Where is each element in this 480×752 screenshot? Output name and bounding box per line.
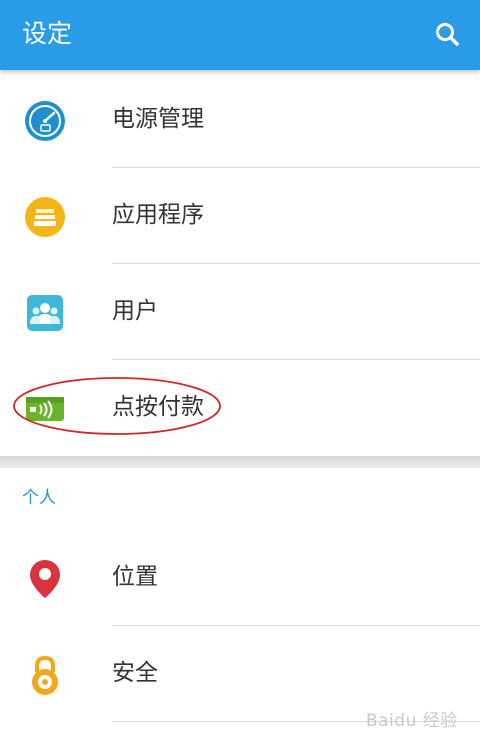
watermark: Baidu 经验 [366, 711, 458, 731]
settings-item-label: 应用程序 [112, 202, 204, 228]
highlight-ring [13, 377, 221, 435]
app-bar: 设定 [0, 0, 480, 70]
security-lock-icon [32, 655, 58, 695]
location-icon [30, 560, 60, 598]
search-icon [436, 23, 459, 46]
settings-item-location[interactable]: 位置 [0, 530, 480, 626]
section-separator [0, 456, 480, 468]
settings-item-applications[interactable]: 应用程序 [0, 168, 480, 264]
power-management-icon [25, 101, 65, 141]
search-button[interactable] [428, 15, 468, 55]
settings-item-label: 用户 [112, 298, 158, 324]
settings-item-label: 安全 [112, 660, 158, 686]
settings-item-users[interactable]: 用户 [0, 264, 480, 360]
settings-item-label: 电源管理 [112, 106, 204, 132]
section-header-personal: 个人 [22, 488, 56, 508]
settings-item-label: 位置 [112, 564, 158, 590]
settings-item-power-management[interactable]: 电源管理 [0, 72, 480, 168]
users-icon [27, 295, 63, 331]
page-title: 设定 [22, 19, 73, 48]
applications-icon [25, 197, 65, 237]
